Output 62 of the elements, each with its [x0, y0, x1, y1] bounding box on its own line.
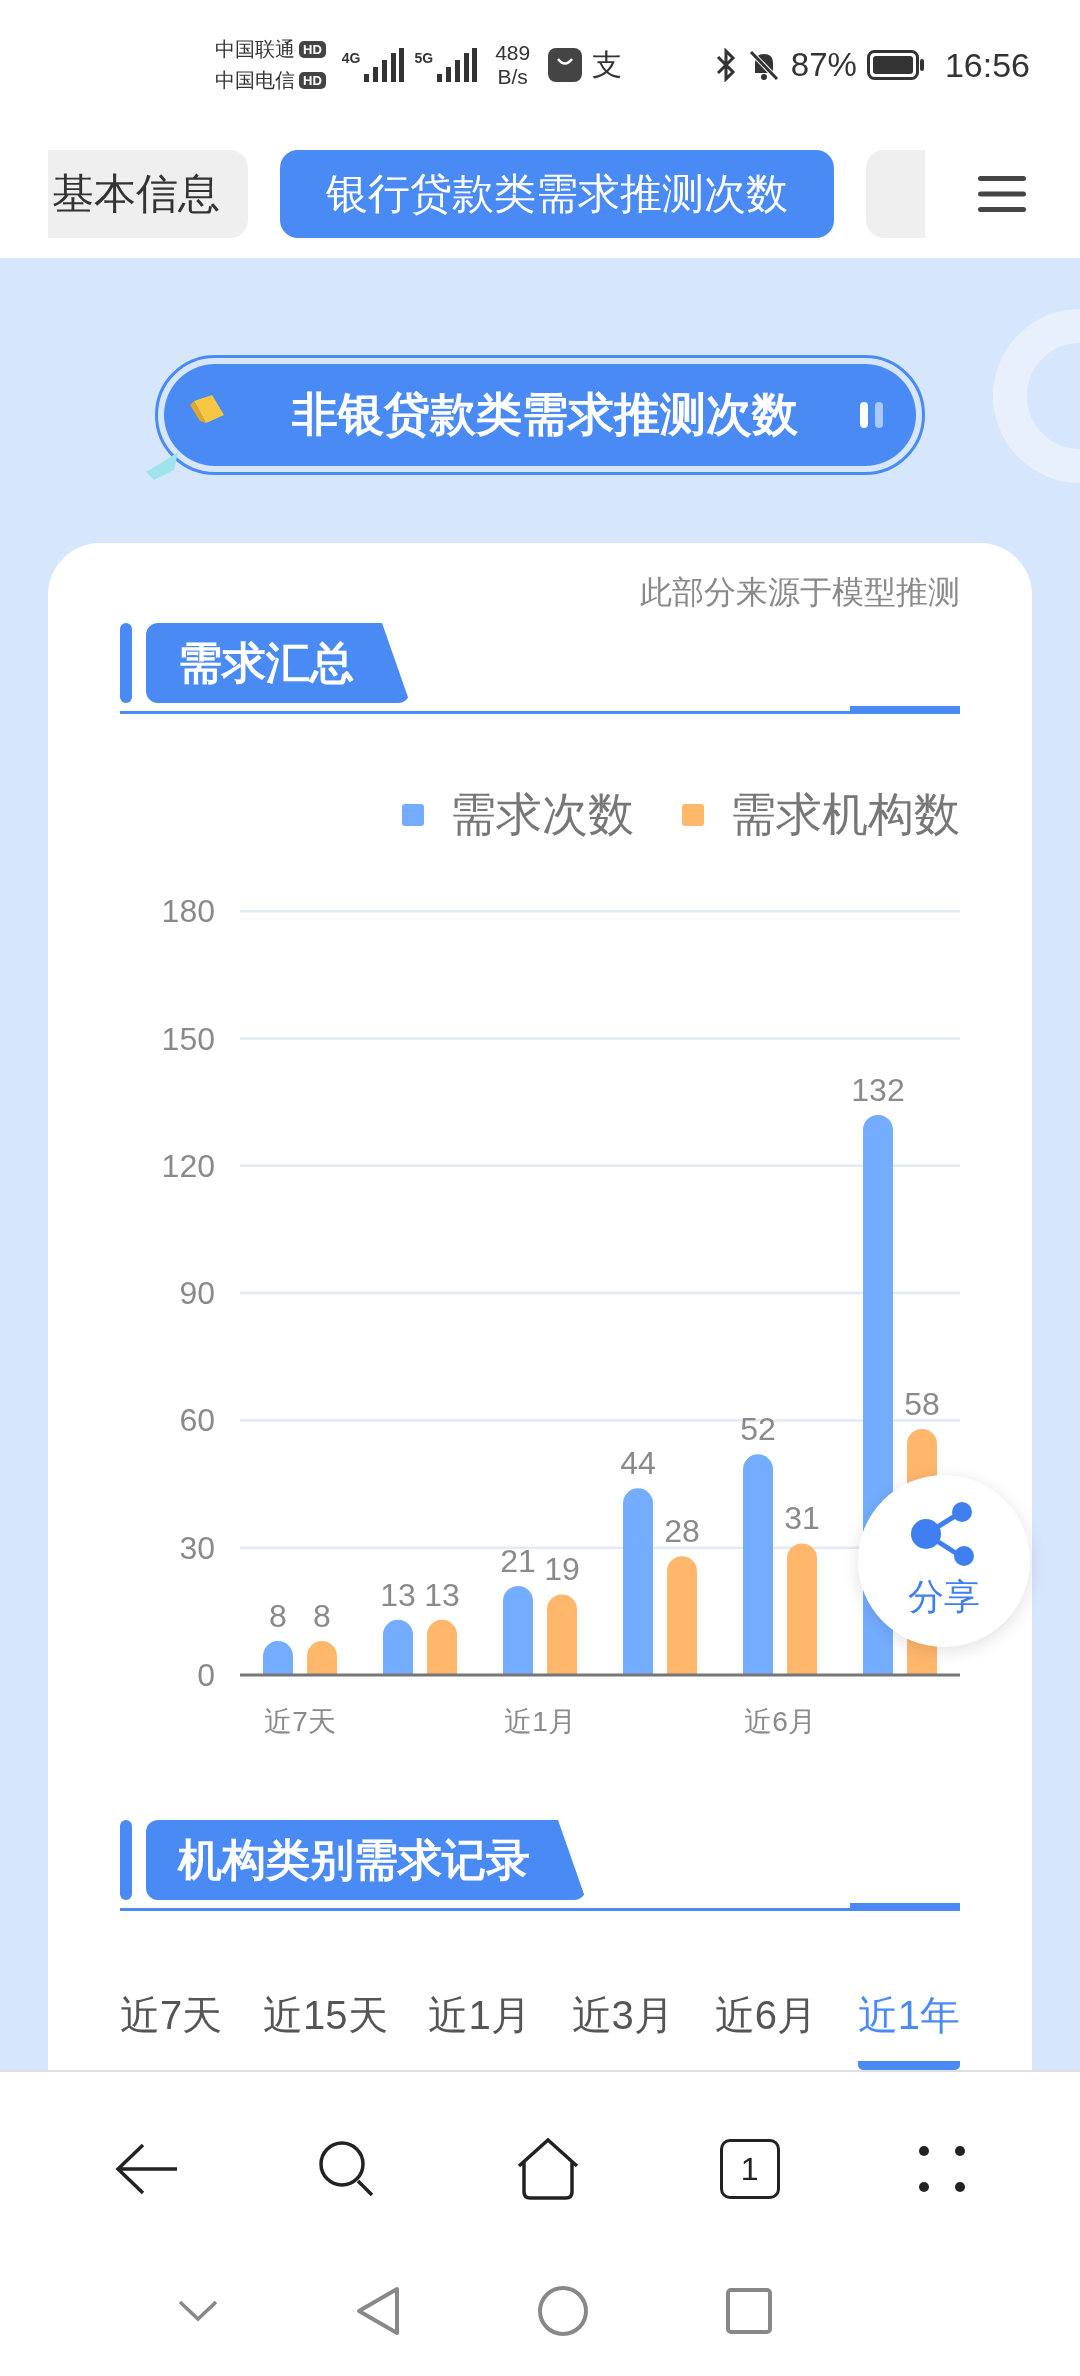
value-label: 8	[313, 1598, 331, 1635]
axis-label: 30	[179, 1529, 215, 1566]
battery-icon	[866, 50, 925, 80]
carrier-name: 中国联通	[215, 37, 295, 62]
value-label: 8	[269, 1598, 287, 1635]
value-label: 31	[784, 1500, 820, 1537]
tab[interactable]: 基本信息	[48, 150, 248, 238]
signal-icon	[364, 48, 405, 82]
axis-label: 180	[161, 893, 215, 930]
bar	[263, 1641, 293, 1675]
clock-time: 16:56	[944, 45, 1030, 85]
network-type: 4G	[341, 50, 361, 66]
value-label: 13	[380, 1576, 416, 1613]
bluetooth-icon	[714, 48, 737, 82]
bars-icon	[860, 400, 886, 430]
bar	[427, 1619, 457, 1675]
legend-label: 需求次数	[450, 787, 634, 842]
network-type: 5G	[414, 50, 434, 66]
source-note: 此部分来源于模型推测	[639, 573, 960, 612]
value-label: 44	[620, 1445, 656, 1482]
period-tab[interactable]: 近15天	[263, 1988, 388, 2070]
section-title: 需求汇总	[146, 623, 410, 703]
period-tab[interactable]: 近1月	[428, 1988, 531, 2070]
period-tab[interactable]: 近7天	[120, 1988, 223, 2070]
home-icon[interactable]	[516, 2138, 580, 2200]
axis-label: 90	[179, 1275, 215, 1312]
value-label: 13	[424, 1576, 460, 1613]
value-label: 28	[664, 1513, 700, 1550]
legend-label: 需求机构数	[730, 787, 960, 842]
speed-unit: B/s	[497, 65, 528, 90]
bar	[307, 1641, 337, 1675]
back-icon[interactable]	[114, 2143, 179, 2195]
value-label: 19	[544, 1551, 580, 1588]
tab-count-button[interactable]: 1	[719, 2139, 780, 2199]
axis-label: 150	[161, 1020, 215, 1057]
value-label: 52	[740, 1411, 776, 1448]
bar	[383, 1619, 413, 1675]
signal-icon	[437, 48, 478, 82]
value-label: 132	[851, 1071, 905, 1108]
period-tab[interactable]: 近6月	[714, 1988, 817, 2070]
menu-icon[interactable]	[978, 174, 1026, 214]
period-tab[interactable]: 近3月	[571, 1988, 674, 2070]
section-title: 机构类别需求记录	[146, 1820, 586, 1900]
recents-icon[interactable]	[725, 2288, 772, 2334]
battery-percent: 87%	[790, 46, 857, 84]
value-label: 58	[904, 1385, 940, 1422]
more-icon[interactable]	[919, 2146, 966, 2192]
carrier-name: 中国电信	[215, 68, 295, 93]
hd-badge: HD	[299, 72, 326, 89]
network-speed: 489	[495, 40, 531, 65]
value-label: 21	[500, 1542, 536, 1579]
axis-label: 近1月	[504, 1706, 576, 1737]
axis-label: 120	[161, 1147, 215, 1184]
axis-label: 0	[197, 1657, 215, 1693]
collapse-icon[interactable]	[178, 2300, 219, 2322]
banner-title: 非银贷款类需求推测次数	[291, 387, 799, 442]
axis-label: 近6月	[744, 1706, 816, 1737]
hd-badge: HD	[299, 41, 326, 58]
shopping-bag-icon	[548, 48, 583, 82]
axis-label: 近7天	[264, 1706, 336, 1737]
app-glyph: 支	[592, 46, 623, 83]
axis-label: 60	[179, 1402, 215, 1439]
